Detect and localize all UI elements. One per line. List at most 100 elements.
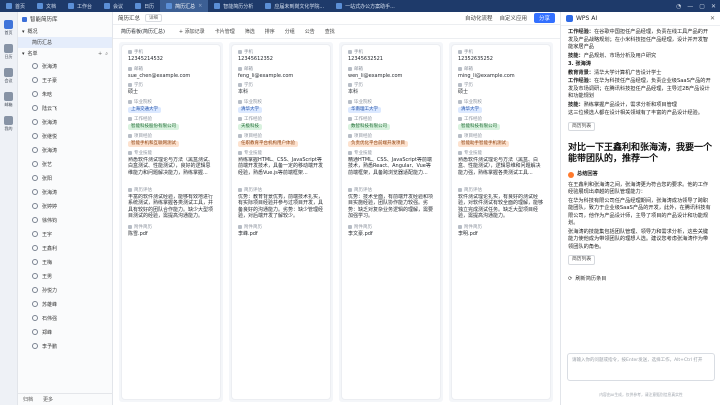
close-icon[interactable]: ✕ bbox=[711, 3, 716, 10]
group-button[interactable]: 分组 bbox=[285, 28, 295, 35]
field-phone: 手机 12345632521 bbox=[348, 49, 434, 63]
notice-button[interactable]: 公告 bbox=[305, 28, 315, 35]
sidebar-person-item[interactable]: 陆云飞 bbox=[18, 101, 112, 115]
close-panel-icon[interactable]: ✕ bbox=[710, 15, 715, 22]
rail-me[interactable]: 我的 bbox=[0, 116, 17, 132]
breadcrumb[interactable]: 简历汇总 bbox=[118, 14, 140, 22]
sidebar-person-item[interactable]: 张海涛 bbox=[18, 115, 112, 129]
resume-card[interactable]: 手机 12352635252 邮箱 ming_li@example.com 学历 硕士 毕业… bbox=[452, 45, 550, 399]
sidebar-person-item[interactable]: 郑峰 bbox=[18, 325, 112, 339]
card-manage-button[interactable]: 卡片管理 bbox=[215, 28, 235, 35]
sidebar-person-item[interactable]: 李予鹏 bbox=[18, 339, 112, 353]
sidebar-person-item[interactable]: 张海涛 bbox=[18, 59, 112, 73]
custom-app-button[interactable]: 自定义应用 bbox=[499, 14, 527, 22]
field-label: 附件简历 bbox=[458, 224, 544, 230]
sidebar-person-item[interactable]: 王梅 bbox=[18, 255, 112, 269]
field-label: 工作经验 bbox=[128, 116, 214, 122]
board-column: 手机 12352635252 邮箱 ming_li@example.com 学历 硕士 毕业… bbox=[449, 42, 553, 402]
resume-list-button[interactable]: 简历列表 bbox=[568, 121, 596, 131]
field-type-icon bbox=[458, 150, 462, 155]
person-name: 张婷婷 bbox=[42, 203, 58, 210]
field-phone: 手机 12352635252 bbox=[458, 49, 544, 63]
more-button[interactable]: 更多 bbox=[43, 396, 53, 403]
field-phone: 手机 12345612352 bbox=[238, 49, 324, 63]
avatar-icon bbox=[32, 105, 38, 111]
sidebar-item-resume-summary[interactable]: 简历汇总 bbox=[18, 37, 112, 48]
ai-input-box[interactable]: 请输入你的问题或指令，按Enter发送，选择工作，Alt+Ctrl 打开 bbox=[567, 353, 715, 381]
tab-home[interactable]: 首页 bbox=[0, 0, 31, 12]
chevron-down-icon: ▾ bbox=[22, 50, 25, 57]
tab-docs[interactable]: 文档 bbox=[31, 0, 62, 12]
avatar-icon bbox=[32, 343, 38, 349]
archive-button[interactable]: 归档 bbox=[23, 396, 33, 403]
tab-workbench[interactable]: 工作台 bbox=[62, 0, 98, 12]
close-tab-icon[interactable]: × bbox=[198, 3, 202, 9]
bell-icon[interactable]: ◔ bbox=[676, 3, 681, 10]
tab-graduate-doc[interactable]: 应届未到岗文化学院... bbox=[259, 0, 330, 12]
field-intent: 项目经验 任职教育平台机构用户体验 bbox=[238, 133, 324, 147]
sidebar-person-item[interactable]: 苏雄峰 bbox=[18, 297, 112, 311]
sidebar-person-item[interactable]: 张海涛 bbox=[18, 185, 112, 199]
sidebar-person-item[interactable]: 徐伟钧 bbox=[18, 213, 112, 227]
field-value: 优势：教育背景优秀，前端技术扎实，有实际项目经验并参与过项目开发，具备良好的沟通… bbox=[238, 193, 324, 220]
field-value: 软件测试理论扎实，有良好的测试经验，对软件测试有较全面的理解，能够独立完成测试任… bbox=[458, 193, 544, 220]
filter-button[interactable]: 筛选 bbox=[245, 28, 255, 35]
minimize-icon[interactable]: — bbox=[687, 3, 693, 10]
avatar-icon bbox=[32, 189, 38, 195]
sidebar-person-item[interactable]: 石伟强 bbox=[18, 311, 112, 325]
resume-list-button-2[interactable]: 简历列表 bbox=[568, 255, 596, 265]
left-rail: 首页 日历 会议 邮箱 我的 bbox=[0, 12, 18, 405]
tab-meeting[interactable]: 会议 bbox=[98, 0, 129, 12]
resume-card[interactable]: 手机 12345612352 邮箱 feng_li@example.com 学历 本科 毕业… bbox=[232, 45, 330, 399]
sidebar-person-item[interactable]: 孙悦力 bbox=[18, 283, 112, 297]
resume-card[interactable]: 手机 12345632521 邮箱 wen_li@example.com 学历 本科 毕业院… bbox=[342, 45, 440, 399]
sidebar-person-item[interactable]: 王子豪 bbox=[18, 73, 112, 87]
person-name: 孙悦力 bbox=[42, 287, 58, 294]
avatar-icon bbox=[32, 231, 38, 237]
field-tag: 智能手机和互联网测试 bbox=[128, 140, 179, 147]
person-name: 石伟强 bbox=[42, 315, 58, 322]
field-education: 学历 硕士 bbox=[458, 82, 544, 96]
tab-resume-analysis[interactable]: 智能简历分析 bbox=[208, 0, 259, 12]
rail-home[interactable]: 首页 bbox=[0, 20, 17, 36]
sidebar-person-item[interactable]: 王宇 bbox=[18, 227, 112, 241]
field-type-icon bbox=[458, 116, 462, 121]
sidebar-person-item[interactable]: 朱晗 bbox=[18, 87, 112, 101]
refresh-resume-button[interactable]: ⟳ 刷新简历条目 bbox=[568, 276, 713, 284]
sidebar-person-item[interactable]: 王鑫利 bbox=[18, 241, 112, 255]
rail-meeting[interactable]: 会议 bbox=[0, 68, 17, 84]
field-position: 工作经验 智能科技有限公司 bbox=[458, 116, 544, 130]
sidebar-person-item[interactable]: 张海涛 bbox=[18, 143, 112, 157]
maximize-icon[interactable]: ▢ bbox=[699, 3, 705, 10]
find-button[interactable]: 查找 bbox=[325, 28, 335, 35]
rail-mail[interactable]: 邮箱 bbox=[0, 92, 17, 108]
sidebar-person-item[interactable]: 王男 bbox=[18, 269, 112, 283]
add-icon[interactable]: + bbox=[98, 51, 102, 57]
search-icon[interactable]: ⌕ bbox=[105, 51, 108, 57]
sidebar-person-item[interactable]: 张阳 bbox=[18, 171, 112, 185]
rail-calendar[interactable]: 日历 bbox=[0, 44, 17, 60]
field-school: 毕业院校 上海交通大学 bbox=[128, 99, 214, 113]
tab-calendar[interactable]: 日历 bbox=[129, 0, 160, 12]
person-name: 王宇 bbox=[42, 231, 53, 238]
field-email: 邮箱 feng_li@example.com bbox=[238, 66, 324, 80]
share-button[interactable]: 分享 bbox=[533, 13, 555, 23]
field-value: 优势：技术全面，有前端开发经验和项目实施经验，团队协作能力较强。劣势：缺乏对复杂… bbox=[348, 193, 434, 220]
view-selector[interactable]: 简历看板(简历汇总) bbox=[121, 28, 165, 35]
sidebar-item-list[interactable]: ▾ 名单 + ⌕ bbox=[18, 48, 112, 59]
sort-button[interactable]: 排序 bbox=[265, 28, 275, 35]
tab-office-assistant[interactable]: 一站式办公方案助手... bbox=[330, 0, 401, 12]
field-label: 学历 bbox=[458, 82, 544, 88]
add-record-button[interactable]: + 添加记录 bbox=[179, 28, 205, 35]
sidebar-person-item[interactable]: 张继悦 bbox=[18, 129, 112, 143]
sidebar-person-item[interactable]: 张婷婷 bbox=[18, 199, 112, 213]
resume-card[interactable]: 手机 12345214532 邮箱 sue_chen@example.com 学历 硕士毕… bbox=[122, 45, 220, 399]
field-value: 李峰.pdf bbox=[238, 230, 258, 237]
sidebar-item-overview[interactable]: ▾ 概况 bbox=[18, 26, 112, 37]
automation-button[interactable]: 自动化流程 bbox=[465, 14, 493, 22]
field-type-icon bbox=[238, 187, 242, 192]
sidebar-person-item[interactable]: 张艺 bbox=[18, 157, 112, 171]
field-intent: 项目经验 智能手机和互联网测试 bbox=[128, 133, 214, 147]
field-tag: 天极科技 bbox=[238, 123, 262, 130]
tab-resume-summary[interactable]: 简历汇总 × bbox=[160, 0, 209, 12]
